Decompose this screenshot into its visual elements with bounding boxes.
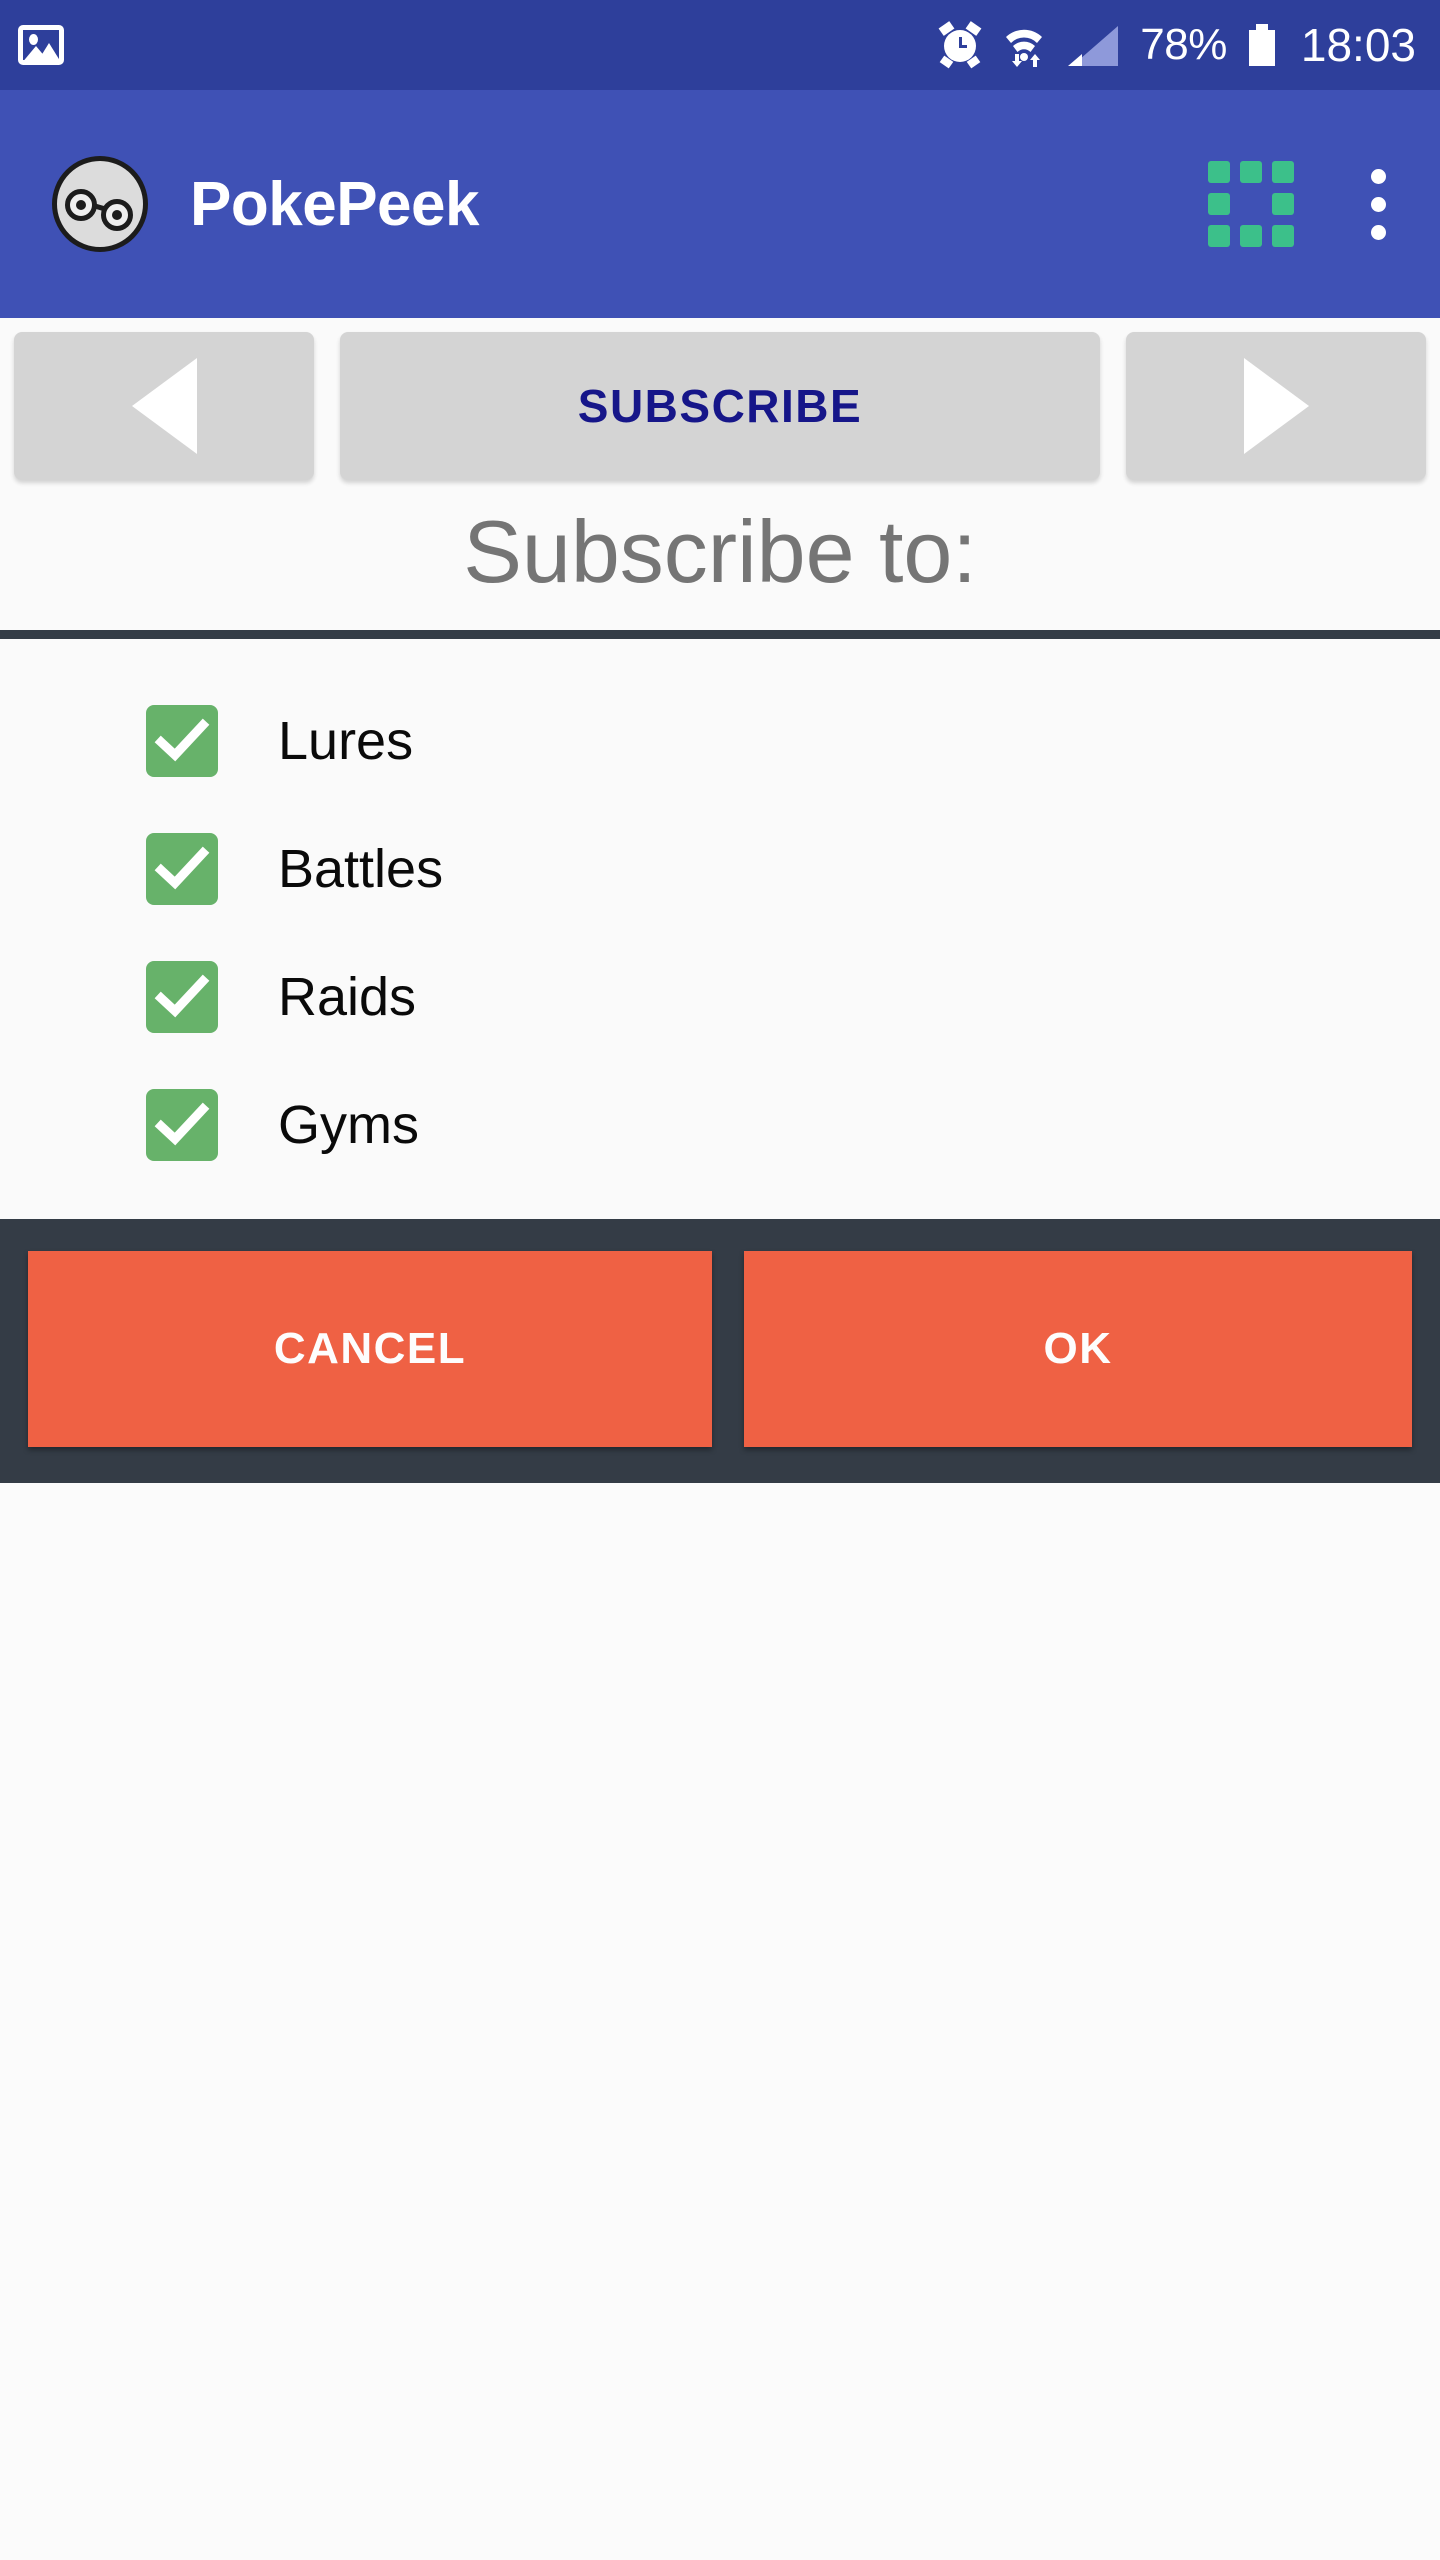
heading-section: Subscribe to: — [0, 490, 1440, 630]
checkbox-checked-icon[interactable] — [146, 705, 218, 777]
more-vertical-icon[interactable] — [1348, 168, 1408, 240]
dialog-action-bar: CANCEL OK — [0, 1219, 1440, 1483]
previous-button[interactable] — [14, 332, 314, 480]
arrow-right-icon — [1243, 358, 1309, 454]
next-button[interactable] — [1126, 332, 1426, 480]
ok-button[interactable]: OK — [744, 1251, 1412, 1447]
app-title: PokePeek — [190, 169, 480, 239]
list-item[interactable]: Raids — [0, 933, 1440, 1061]
signal-strength-icon — [1068, 24, 1119, 66]
arrow-left-icon — [131, 358, 197, 454]
subscribe-button-label: SUBSCRIBE — [577, 380, 863, 432]
checkbox-checked-icon[interactable] — [146, 833, 218, 905]
list-item-label: Gyms — [278, 1095, 419, 1155]
alarm-icon — [938, 21, 982, 69]
wifi-icon — [1002, 23, 1046, 67]
status-bar-left — [18, 25, 940, 65]
list-item[interactable]: Battles — [0, 805, 1440, 933]
section-divider — [0, 630, 1440, 639]
status-bar-right: 78% 18:03 — [938, 18, 1416, 72]
list-item[interactable]: Lures — [0, 677, 1440, 805]
status-bar: 78% 18:03 — [0, 0, 1440, 90]
subscribe-button[interactable]: SUBSCRIBE — [340, 332, 1100, 480]
app-screen: 78% 18:03 PokePeek SUBSCRIBE Subscribe t… — [0, 0, 1440, 2560]
page-title: Subscribe to: — [463, 502, 977, 601]
list-item-label: Lures — [278, 711, 414, 771]
photo-notification-icon — [18, 25, 64, 65]
checkbox-checked-icon[interactable] — [146, 961, 218, 1033]
checkbox-checked-icon[interactable] — [146, 1089, 218, 1161]
list-item-label: Battles — [278, 839, 444, 899]
list-item[interactable]: Gyms — [0, 1061, 1440, 1189]
navigation-row: SUBSCRIBE — [0, 318, 1440, 490]
list-item-label: Raids — [278, 967, 417, 1027]
battery-icon — [1248, 24, 1275, 66]
battery-percentage: 78% — [1140, 20, 1227, 69]
app-bar: PokePeek — [0, 90, 1440, 318]
pokepeek-face-logo-icon — [52, 156, 148, 252]
subscription-list: Lures Battles Raids Gyms — [0, 639, 1440, 1219]
cancel-button[interactable]: CANCEL — [28, 1251, 712, 1447]
empty-content-area — [0, 1483, 1440, 2560]
status-bar-clock: 18:03 — [1300, 19, 1416, 71]
grid-apps-icon[interactable] — [1208, 161, 1294, 247]
